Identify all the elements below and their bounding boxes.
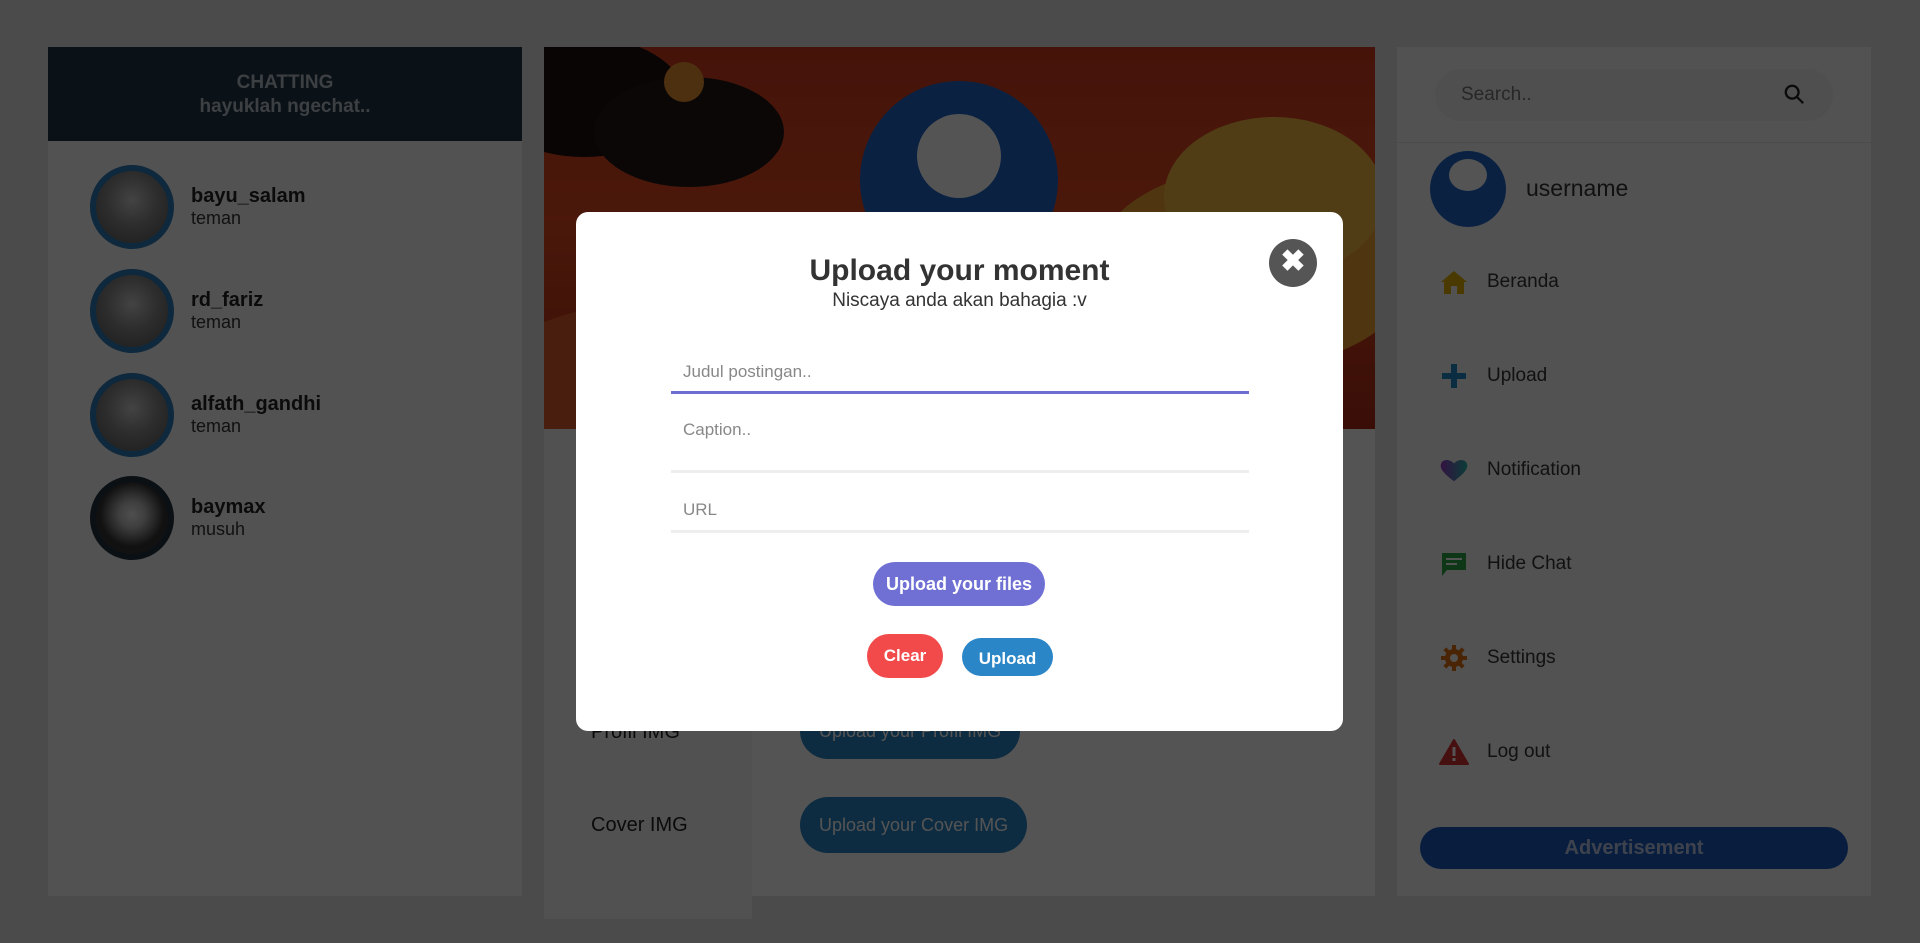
contact-name: baymax [191,496,266,518]
clear-button[interactable]: Clear [867,634,943,678]
contact-name: rd_fariz [191,289,264,311]
upload-button[interactable]: Upload [962,638,1053,676]
plus-icon [1439,362,1469,390]
menu-label: Hide Chat [1487,553,1572,574]
contact-item[interactable]: baymax musuh [90,476,266,560]
contact-item[interactable]: alfath_gandhi teman [90,373,321,457]
url-input[interactable] [671,490,1249,533]
menu-label: Notification [1487,459,1581,480]
contact-status: teman [191,312,242,332]
contact-avatar [90,476,174,560]
search-input[interactable]: Search.. [1435,69,1833,121]
user-avatar [1430,151,1506,227]
chat-icon [1439,550,1469,578]
menu-label: Settings [1487,647,1556,668]
contact-name: bayu_salam [191,185,306,207]
chat-header: CHATTING hayuklah ngechat.. [48,47,522,141]
divider [1397,142,1871,143]
menu-item-hide-chat[interactable]: Hide Chat [1439,550,1572,578]
nav-sidebar: Search.. username Beranda Upload Notific… [1397,47,1871,896]
chat-panel: CHATTING hayuklah ngechat.. bayu_salam te… [48,47,522,896]
menu-item-logout[interactable]: Log out [1439,738,1550,766]
contact-item[interactable]: bayu_salam teman [90,165,306,249]
menu-label: Upload [1487,365,1548,386]
contact-item[interactable]: rd_fariz teman [90,269,263,353]
contact-avatar [90,269,174,353]
menu-label: Beranda [1487,271,1559,292]
search-placeholder: Search.. [1461,84,1532,105]
menu-label: Log out [1487,741,1551,762]
title-input[interactable] [671,352,1249,394]
menu-item-notification[interactable]: Notification [1439,456,1581,484]
advertisement-button[interactable]: Advertisement [1420,827,1848,869]
menu-item-settings[interactable]: Settings [1439,644,1556,672]
contact-name: alfath_gandhi [191,393,322,415]
warning-icon [1439,738,1469,766]
home-icon [1439,268,1469,296]
upload-modal: ✖ Upload your moment Niscaya anda akan b… [576,212,1343,731]
heart-icon [1439,456,1469,484]
chat-title: CHATTING [236,72,334,93]
contact-avatar [90,165,174,249]
chat-subtitle: hayuklah ngechat.. [199,96,371,117]
gear-icon [1439,644,1469,672]
contact-status: teman [191,208,242,228]
search-icon[interactable] [1783,83,1805,105]
username: username [1526,175,1629,201]
modal-title: Upload your moment [809,254,1110,287]
upload-cover-img-button[interactable]: Upload your Cover IMG [800,797,1028,853]
menu-item-upload[interactable]: Upload [1439,362,1547,390]
upload-files-button[interactable]: Upload your files [873,562,1045,606]
caption-input[interactable] [671,412,1249,473]
modal-subtitle: Niscaya anda akan bahagia :v [832,290,1087,311]
contact-status: musuh [191,519,246,539]
cover-img-label: Cover IMG [591,814,688,836]
menu-item-beranda[interactable]: Beranda [1439,268,1559,296]
contact-avatar [90,373,174,457]
contact-status: teman [191,416,242,436]
